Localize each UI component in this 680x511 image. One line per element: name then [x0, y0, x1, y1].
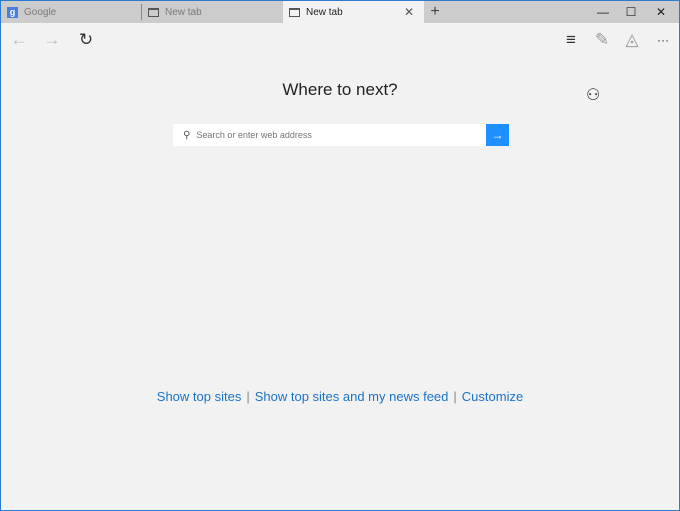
tab-google[interactable]: g Google [1, 1, 141, 23]
add-user-icon[interactable]: ⚇ [586, 85, 600, 105]
tab-label: New tab [306, 6, 343, 18]
refresh-button[interactable]: ↻ [71, 23, 101, 56]
search-input[interactable] [196, 130, 467, 140]
close-tab-icon[interactable]: ✕ [404, 5, 414, 19]
hub-button[interactable]: ≡ [556, 23, 586, 56]
browser-window: g Google New tab New tab ✕ + — ☐ ✕ ← → ↻… [0, 0, 680, 511]
show-top-sites-link[interactable]: Show top sites [157, 389, 242, 404]
feed-options: Show top sites | Show top sites and my new… [1, 389, 679, 404]
more-button[interactable]: ··· [648, 23, 678, 56]
tab-new-tab-active[interactable]: New tab ✕ [283, 1, 424, 23]
customize-link[interactable]: Customize [462, 389, 523, 404]
share-button[interactable]: ◬ [617, 23, 647, 56]
new-tab-button[interactable]: + [424, 1, 446, 23]
separator: | [453, 389, 457, 404]
back-button[interactable]: ← [4, 23, 34, 56]
web-note-button[interactable]: ✎ [587, 23, 617, 56]
google-favicon-icon: g [7, 6, 18, 18]
close-window-button[interactable]: ✕ [646, 1, 676, 23]
tab-label: New tab [165, 6, 202, 18]
minimize-button[interactable]: — [588, 1, 618, 23]
toolbar: ← → ↻ ≡ ✎ ◬ ··· [1, 23, 679, 56]
forward-button[interactable]: → [37, 23, 67, 56]
go-button[interactable]: → [486, 124, 509, 146]
show-top-sites-news-link[interactable]: Show top sites and my news feed [255, 389, 449, 404]
tab-bar: g Google New tab New tab ✕ + — ☐ ✕ [1, 1, 679, 23]
page-title: Where to next? [282, 80, 398, 99]
search-box: ⚲ [173, 124, 486, 146]
tab-new-tab[interactable]: New tab [142, 1, 283, 23]
maximize-button[interactable]: ☐ [616, 1, 646, 23]
tab-label: Google [24, 6, 57, 18]
page-icon [289, 7, 300, 17]
search-icon: ⚲ [183, 129, 191, 141]
page-icon [148, 7, 159, 17]
separator: | [246, 389, 250, 404]
